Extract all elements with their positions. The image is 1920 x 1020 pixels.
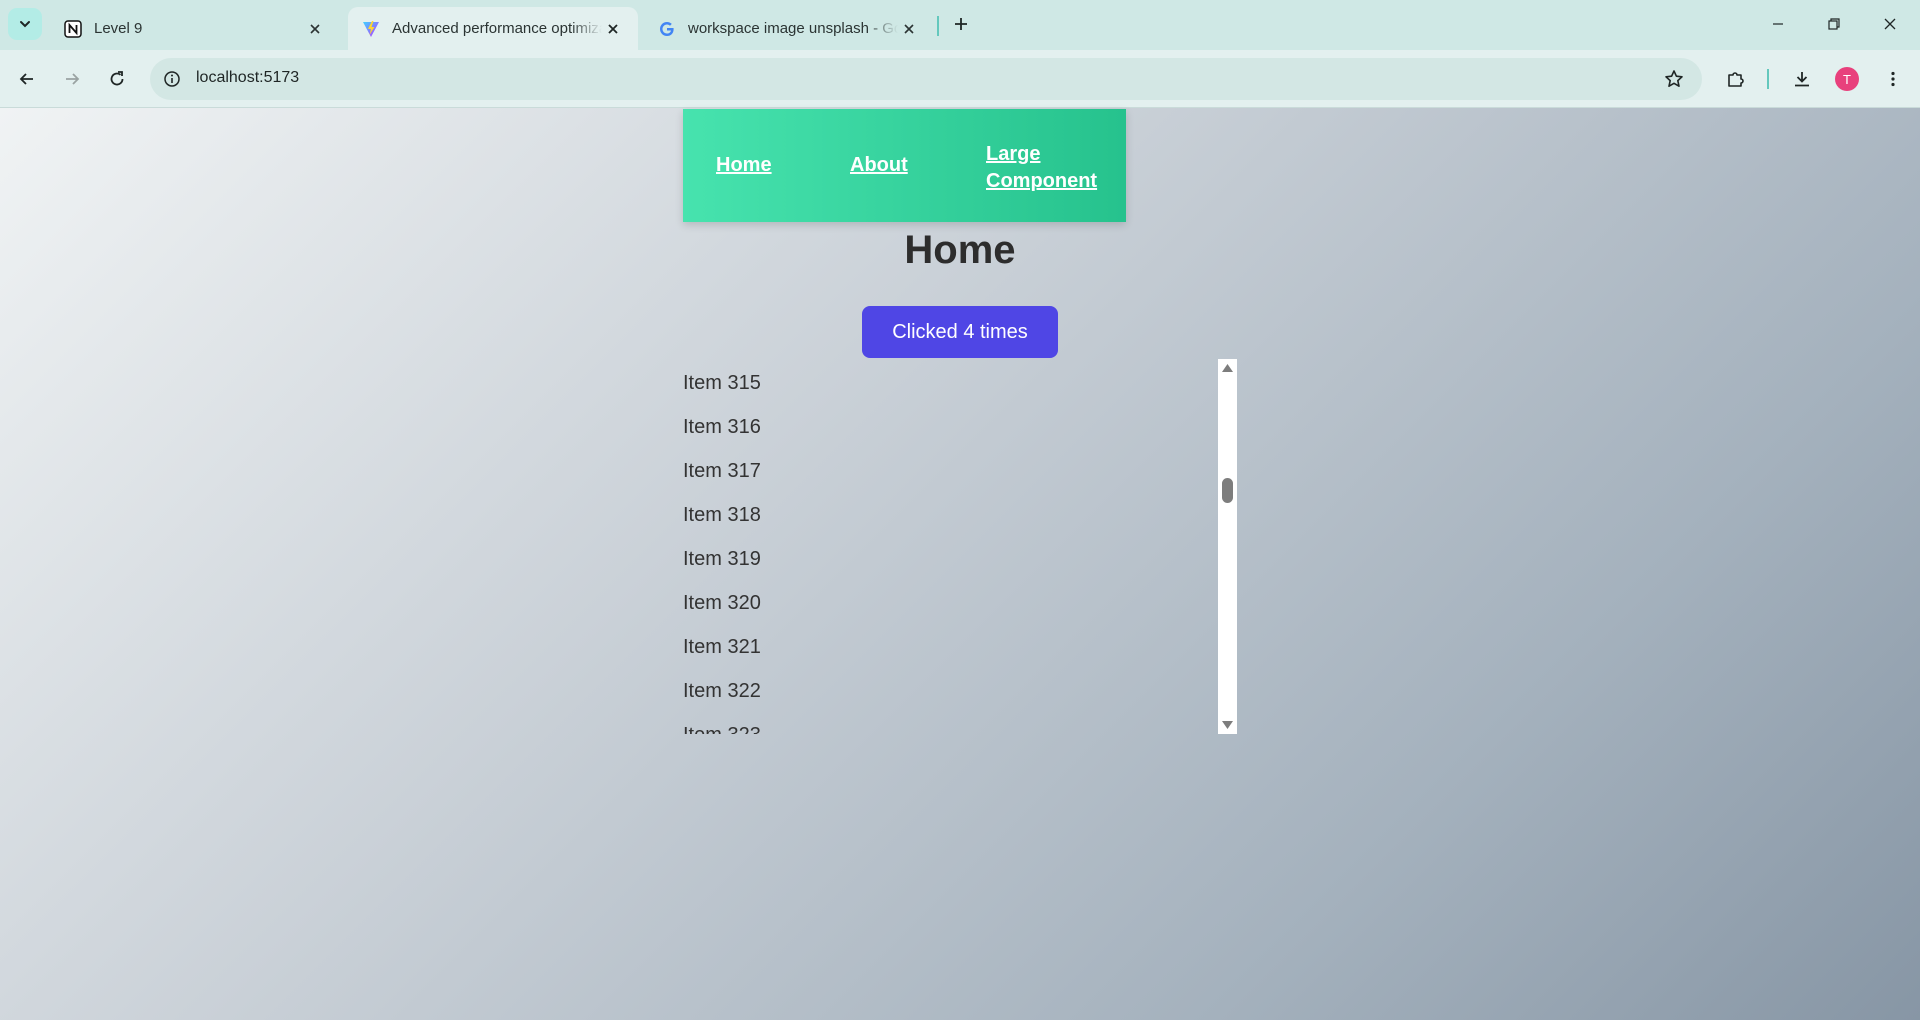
close-tab-icon[interactable] [602, 18, 624, 40]
more-vertical-icon [1891, 71, 1895, 87]
site-info-icon[interactable] [160, 67, 184, 91]
notion-icon [64, 19, 82, 38]
restore-button[interactable] [1810, 6, 1858, 42]
arrow-left-icon [19, 73, 33, 85]
close-window-button[interactable] [1866, 6, 1914, 42]
list-item: Item 322 [683, 680, 761, 702]
virtual-list[interactable]: Item 315 Item 316 Item 317 Item 318 Item 319… [683, 361, 1217, 734]
puzzle-icon [1728, 72, 1744, 87]
list-item: Item 321 [683, 636, 761, 658]
close-tab-icon[interactable] [304, 18, 326, 40]
reload-icon [110, 71, 124, 86]
list-items: Item 315 Item 316 Item 317 Item 318 Item 319… [683, 361, 761, 734]
list-item: Item 319 [683, 548, 761, 570]
tab-search-button[interactable] [8, 8, 42, 40]
extensions-button[interactable] [1719, 62, 1753, 96]
tab-google-search[interactable]: workspace image unsplash - Google Search [644, 7, 934, 50]
nav-link-text: Component [986, 170, 1098, 192]
browser-menu-button[interactable] [1876, 62, 1910, 96]
restore-icon [1828, 18, 1840, 30]
downloads-button[interactable] [1785, 62, 1819, 96]
tab-title: Advanced performance optimization [392, 20, 602, 37]
forward-button[interactable] [55, 62, 89, 96]
google-icon [658, 20, 676, 38]
tab-strip: Level 9 Advanced performance optimizatio… [0, 0, 1920, 50]
plus-icon [955, 18, 967, 30]
profile-avatar[interactable]: T [1835, 67, 1859, 91]
toolbar-separator [1767, 69, 1769, 89]
reload-button[interactable] [100, 62, 134, 96]
list-item: Item 320 [683, 592, 761, 614]
arrow-right-icon [66, 73, 80, 85]
url-text: localhost:5173 [196, 69, 300, 86]
browser-toolbar: localhost:5173 T [0, 50, 1920, 108]
address-bar[interactable]: localhost:5173 [150, 58, 1702, 100]
close-tab-icon[interactable] [898, 18, 920, 40]
tab-level-9[interactable]: Level 9 [50, 7, 340, 50]
counter-button[interactable]: Clicked 4 times [862, 306, 1058, 358]
close-icon [1884, 18, 1896, 30]
minimize-button[interactable] [1754, 6, 1802, 42]
nav-link-about[interactable]: About [850, 152, 908, 179]
tab-title: Level 9 [94, 20, 143, 37]
back-button[interactable] [10, 62, 44, 96]
minimize-icon [1773, 23, 1783, 25]
tab-title: workspace image unsplash - Google Search [688, 20, 898, 37]
chevron-down-icon [20, 21, 30, 28]
page-content: Home About Large Component Home Clicked … [0, 108, 1920, 1020]
nav-link-text: Large [986, 143, 1041, 165]
tab-advanced-performance[interactable]: Advanced performance optimization [348, 7, 638, 50]
download-icon [1795, 72, 1809, 87]
new-tab-button[interactable] [948, 11, 974, 37]
list-item: Item 318 [683, 504, 761, 526]
page-title: Home [904, 228, 1016, 272]
tab-separator [937, 16, 939, 36]
vite-icon [362, 20, 380, 38]
list-item: Item 323 [683, 713, 761, 734]
list-item: Item 315 [683, 372, 761, 394]
bookmark-star-icon[interactable] [1662, 67, 1686, 91]
list-scrollbar[interactable] [1218, 359, 1237, 734]
app-navbar: Home About Large Component [683, 109, 1126, 222]
list-item: Item 317 [683, 460, 761, 482]
nav-link-large-component[interactable]: Large Component [986, 141, 1097, 195]
scroll-up-arrow-icon[interactable] [1221, 362, 1234, 374]
nav-link-home[interactable]: Home [716, 152, 772, 179]
scroll-down-arrow-icon[interactable] [1221, 719, 1234, 731]
scrollbar-thumb[interactable] [1222, 478, 1233, 503]
list-item: Item 316 [683, 416, 761, 438]
